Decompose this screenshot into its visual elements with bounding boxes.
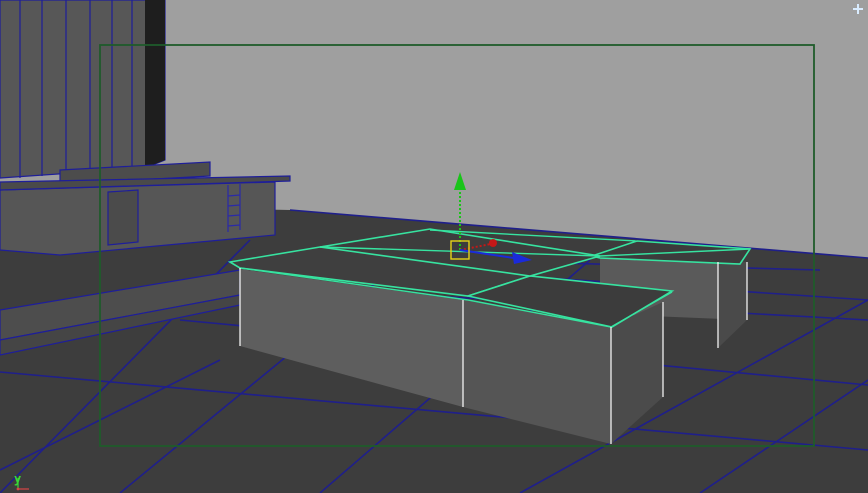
viewport-scene[interactable] bbox=[0, 0, 868, 493]
move-x-handle[interactable] bbox=[489, 239, 497, 247]
building-tower-shadow bbox=[145, 0, 165, 168]
perspective-viewport[interactable]: y bbox=[0, 0, 868, 493]
building-tower bbox=[0, 0, 166, 179]
building-door bbox=[107, 189, 139, 246]
axis-indicator-label: y bbox=[14, 472, 22, 486]
